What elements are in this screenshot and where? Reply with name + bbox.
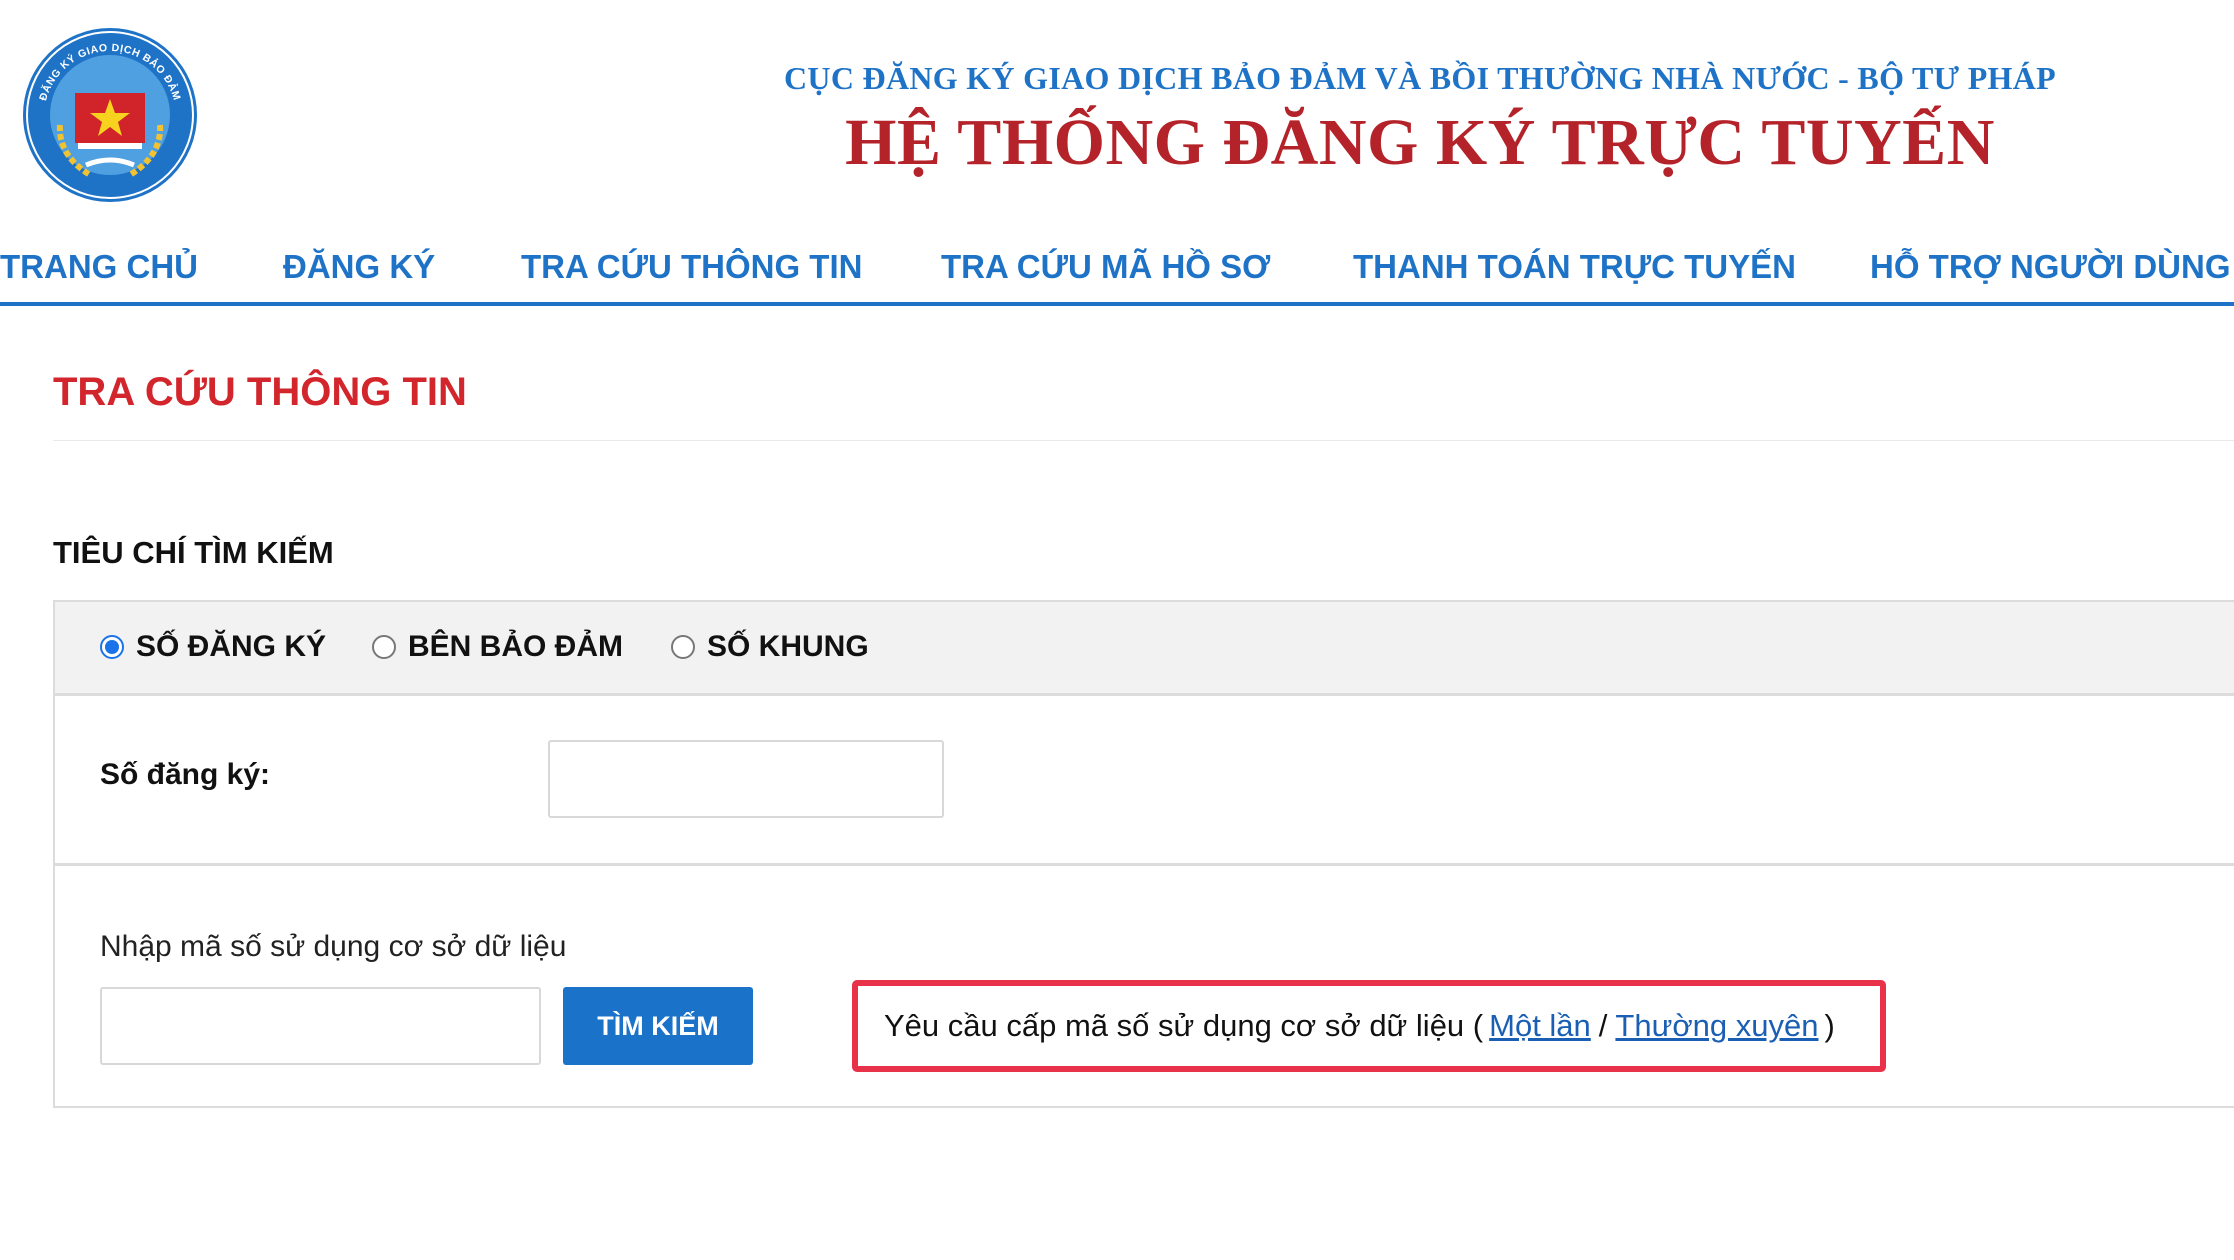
radio-option-registration-number[interactable]: SỐ ĐĂNG KÝ [100, 630, 326, 664]
site-header: ĐĂNG KÝ GIAO DỊCH BẢO ĐẢM CỤC ĐĂNG KÝ GI… [0, 0, 2234, 210]
page-title: TRA CỨU THÔNG TIN [53, 370, 467, 414]
search-criteria-bar: SỐ ĐĂNG KÝ BÊN BẢO ĐẢM SỐ KHUNG [55, 602, 2234, 696]
main-nav: TRANG CHỦ ĐĂNG KÝ TRA CỨU THÔNG TIN TRA … [0, 240, 2234, 306]
nav-item-lookup-file-code[interactable]: TRA CỨU MÃ HỒ SƠ [941, 248, 1270, 286]
radio-label: SỐ ĐĂNG KÝ [136, 630, 327, 663]
close-paren: ) [1824, 1008, 1835, 1043]
nav-item-lookup-info[interactable]: TRA CỨU THÔNG TIN [521, 248, 862, 286]
link-separator: / [1598, 1008, 1608, 1043]
nav-item-online-payment[interactable]: THANH TOÁN TRỰC TUYẾN [1353, 248, 1796, 286]
registration-number-input[interactable] [548, 740, 944, 818]
agency-title: CỤC ĐĂNG KÝ GIAO DỊCH BẢO ĐẢM VÀ BỒI THƯ… [784, 60, 2056, 96]
search-button[interactable]: TÌM KIẾM [563, 987, 753, 1065]
radio-button-icon[interactable] [372, 635, 396, 659]
radio-label: SỐ KHUNG [707, 630, 869, 663]
radio-button-checked-icon[interactable] [100, 635, 124, 659]
link-one-time[interactable]: Một lần [1489, 1008, 1591, 1044]
radio-label: BÊN BẢO ĐẢM [408, 630, 623, 663]
system-title: HỆ THỐNG ĐĂNG KÝ TRỰC TUYẾN [845, 106, 1995, 179]
nav-item-home[interactable]: TRANG CHỦ [0, 248, 198, 286]
database-code-input[interactable] [100, 987, 541, 1065]
link-regular[interactable]: Thường xuyên [1615, 1008, 1818, 1044]
government-seal-icon[interactable]: ĐĂNG KÝ GIAO DỊCH BẢO ĐẢM [20, 25, 200, 205]
radio-button-icon[interactable] [671, 635, 695, 659]
request-code-box: Yêu cầu cấp mã số sử dụng cơ sở dữ liệu … [852, 980, 1886, 1072]
database-code-label: Nhập mã số sử dụng cơ sở dữ liệu [100, 930, 567, 963]
radio-option-chassis-number[interactable]: SỐ KHUNG [671, 630, 869, 664]
search-panel: SỐ ĐĂNG KÝ BÊN BẢO ĐẢM SỐ KHUNG Số đăng … [53, 600, 2234, 1108]
request-code-text: Yêu cầu cấp mã số sử dụng cơ sở dữ liệu … [884, 1008, 1484, 1043]
criteria-heading: TIÊU CHÍ TÌM KIẾM [53, 535, 334, 570]
title-divider [53, 440, 2234, 441]
registration-number-label: Số đăng ký: [100, 758, 271, 791]
nav-item-register[interactable]: ĐĂNG KÝ [283, 248, 435, 286]
nav-item-user-support[interactable]: HỖ TRỢ NGƯỜI DÙNG [1870, 248, 2231, 286]
registration-number-row: Số đăng ký: [55, 696, 2234, 866]
radio-option-secured-party[interactable]: BÊN BẢO ĐẢM [372, 630, 623, 664]
